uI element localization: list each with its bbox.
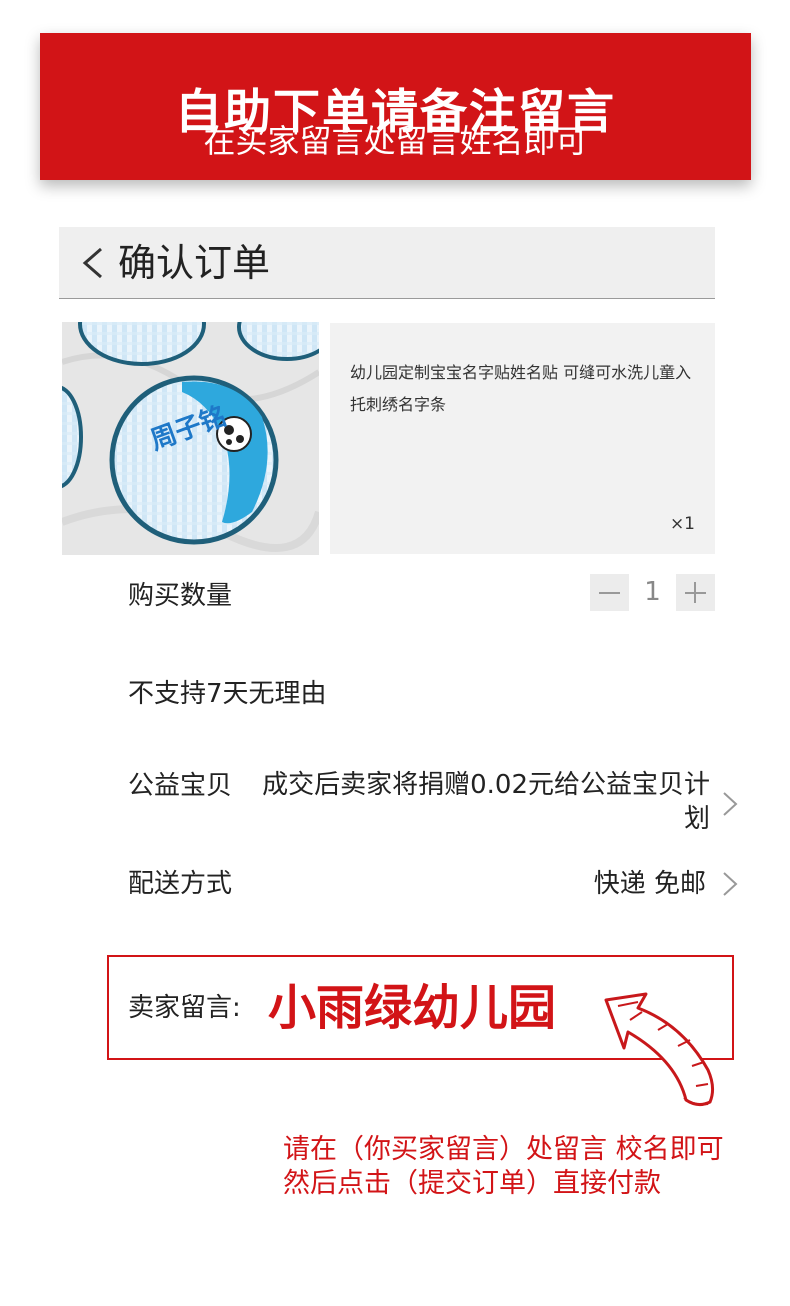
- order-instructions: 请在（你买家留言）处留言 校名即可 然后点击（提交订单）直接付款: [283, 1133, 763, 1201]
- product-image: 周子铭: [62, 322, 319, 555]
- instructions-line-2: 然后点击（提交订单）直接付款: [283, 1168, 661, 1199]
- chevron-left-icon[interactable]: [77, 245, 107, 281]
- product-quantity: ×1: [669, 514, 695, 534]
- banner-subtitle: 在买家留言处留言姓名即可: [203, 122, 588, 160]
- charity-label: 公益宝贝: [128, 771, 233, 801]
- shipping-value[interactable]: 快递 免邮: [594, 866, 706, 902]
- quantity-plus-button[interactable]: [676, 574, 715, 611]
- charity-description[interactable]: 成交后卖家将捐赠0.02元给公益宝贝计划: [258, 768, 710, 836]
- page-title: 确认订单: [118, 241, 271, 285]
- seller-message-label: 卖家留言:: [128, 993, 241, 1023]
- return-policy-label: 不支持7天无理由: [128, 679, 327, 709]
- purchase-quantity-label: 购买数量: [128, 581, 233, 611]
- shipping-label: 配送方式: [128, 869, 233, 899]
- product-name: 幼儿园定制宝宝名字贴姓名贴 可缝可水洗儿童入托刺绣名字条: [350, 363, 692, 414]
- instruction-banner: 自助下单请备注留言 在买家留言处留言姓名即可: [40, 33, 751, 180]
- seller-message-input[interactable]: 小雨绿幼儿园: [268, 978, 556, 1038]
- curved-arrow-icon: [604, 992, 715, 1107]
- quantity-minus-button[interactable]: [590, 574, 629, 611]
- quantity-value[interactable]: 1: [629, 574, 676, 611]
- product-info-panel: 幼儿园定制宝宝名字贴姓名贴 可缝可水洗儿童入托刺绣名字条 ×1: [330, 323, 715, 554]
- chevron-right-icon[interactable]: [721, 790, 739, 818]
- chevron-right-icon[interactable]: [721, 870, 739, 898]
- instructions-line-1: 请在（你买家留言）处留言 校名即可: [283, 1134, 724, 1165]
